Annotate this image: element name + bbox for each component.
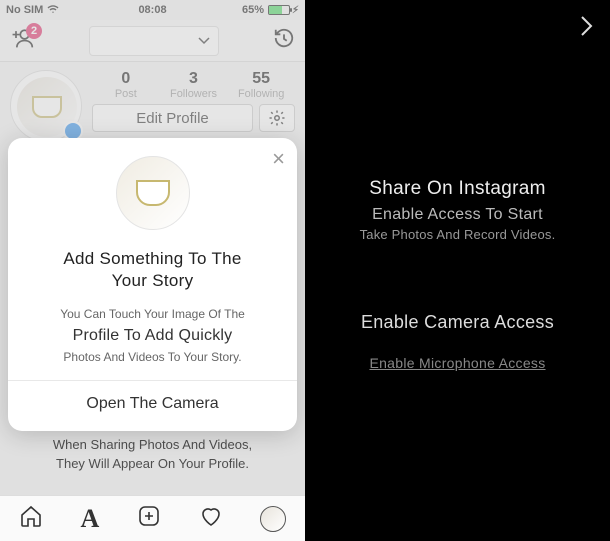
next-arrow-button[interactable]: [576, 14, 596, 43]
permission-description: Take Photos And Record Videos.: [360, 227, 556, 242]
camera-permission-screen: Share On Instagram Enable Access To Star…: [305, 0, 610, 541]
home-tab[interactable]: [19, 504, 43, 533]
tab-bar: A: [0, 495, 305, 541]
modal-description: Profile To Add Quickly: [22, 325, 283, 347]
heart-icon: [199, 504, 223, 528]
modal-description: Photos And Videos To Your Story.: [22, 349, 283, 366]
modal-title: Add Something To The Your Story: [22, 248, 283, 292]
enable-camera-button[interactable]: Enable Camera Access: [360, 312, 556, 333]
modal-description: You Can Touch Your Image Of The: [22, 306, 283, 323]
permission-subtitle: Enable Access To Start: [360, 206, 556, 224]
profile-tab[interactable]: [260, 506, 286, 532]
chevron-right-icon: [576, 14, 596, 38]
home-icon: [19, 504, 43, 528]
open-camera-button[interactable]: Open The Camera: [22, 381, 283, 427]
search-tab[interactable]: A: [80, 504, 99, 534]
new-post-tab[interactable]: [137, 504, 161, 533]
activity-tab[interactable]: [199, 504, 223, 533]
plus-square-icon: [137, 504, 161, 528]
add-story-modal: × Add Something To The Your Story You Ca…: [8, 138, 297, 431]
enable-microphone-button[interactable]: Enable Microphone Access: [360, 355, 556, 371]
modal-avatar: [116, 156, 190, 230]
close-button[interactable]: ×: [272, 148, 285, 170]
permission-title: Share On Instagram: [360, 178, 556, 200]
